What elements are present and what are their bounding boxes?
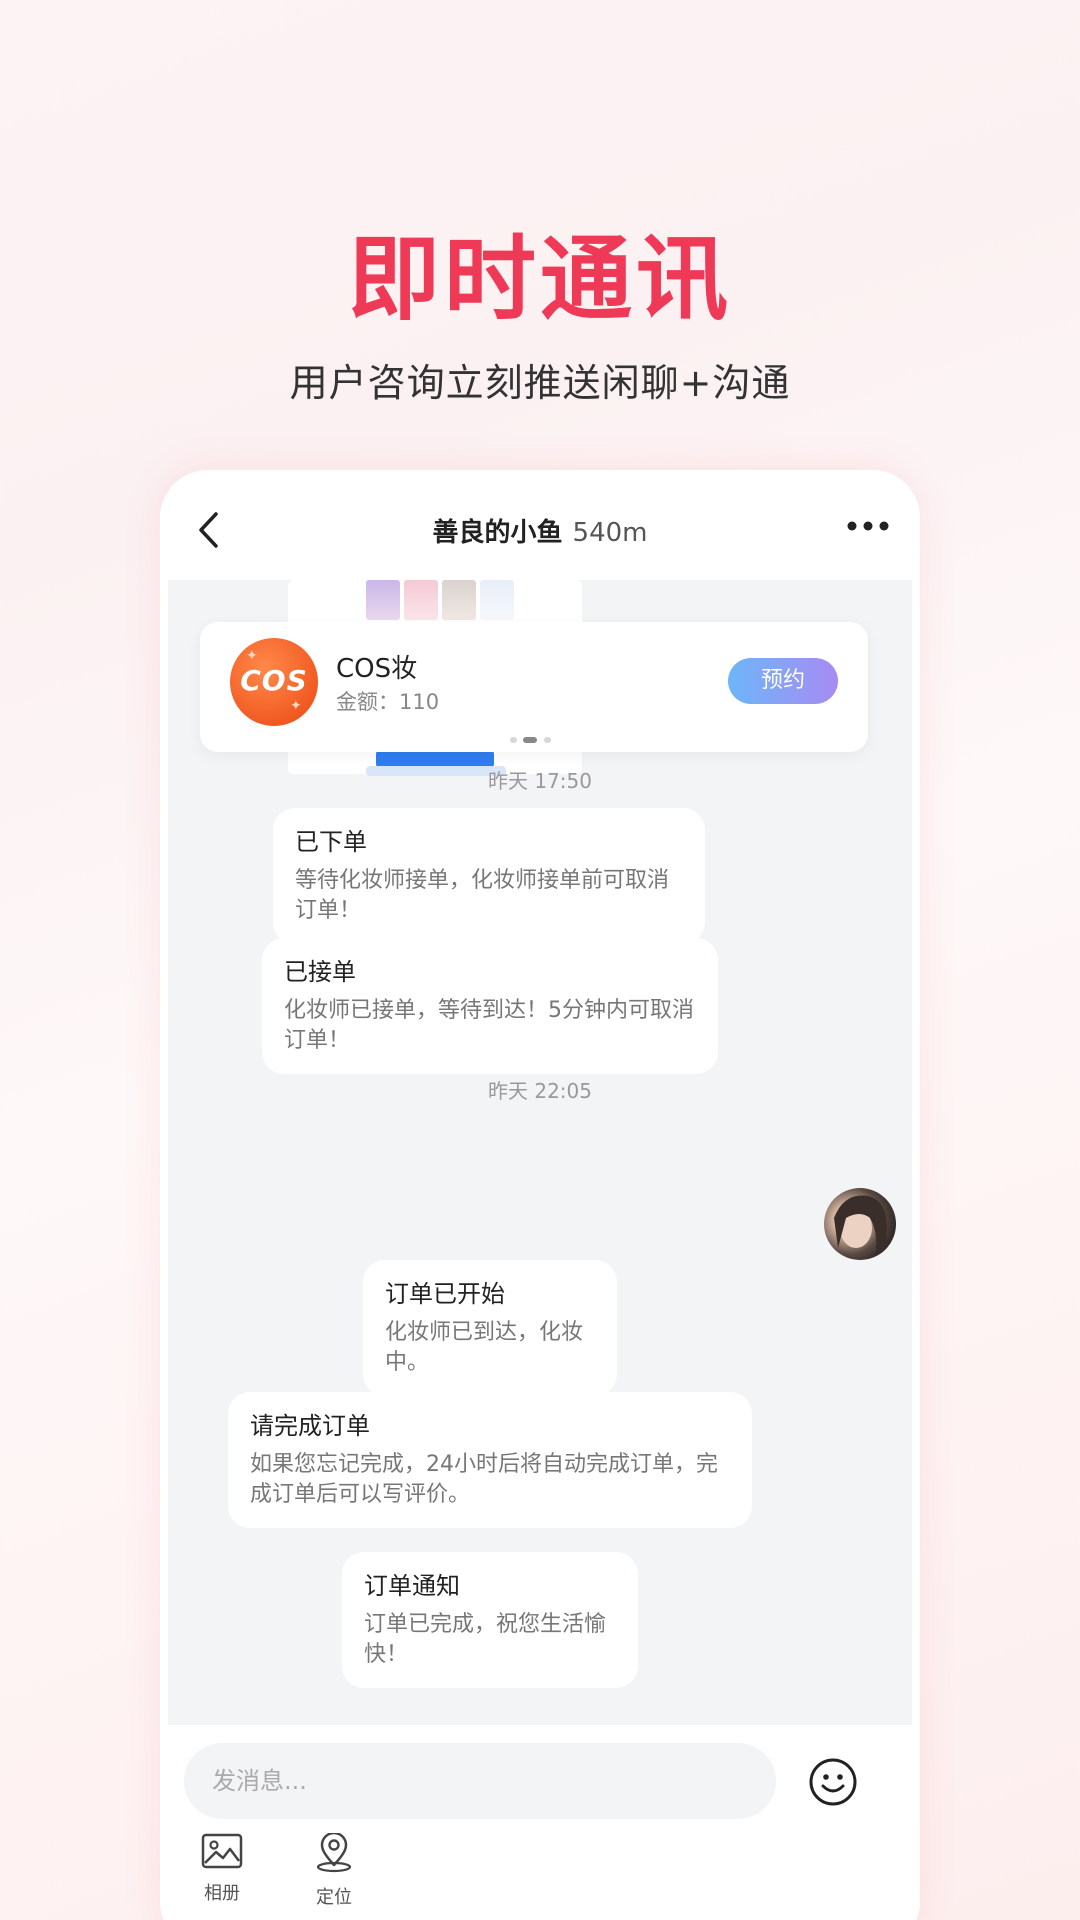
location-pin-icon xyxy=(316,1833,352,1873)
message-text: 等待化妆师接单，化妆师接单前可取消订单！ xyxy=(295,868,670,923)
product-name: COS妆 xyxy=(336,654,418,684)
message-bubble[interactable]: 请完成订单 如果您忘记完成，24小时后将自动完成订单，完成订单后可以写评价。 xyxy=(228,1392,752,1528)
message-text: 如果您忘记完成，24小时后将自动完成订单，完成订单后可以写评价。 xyxy=(250,1452,718,1507)
message-input[interactable] xyxy=(184,1743,776,1819)
contact-distance: 540m xyxy=(572,518,648,548)
cos-logo: ✦ ✦ COS xyxy=(230,638,318,726)
hero-subtitle: 用户咨询立刻推送闲聊+沟通 xyxy=(289,361,791,405)
thumbnail-strip-image xyxy=(366,580,516,622)
message-bubble[interactable]: 订单通知 订单已完成，祝您生活愉快！ xyxy=(342,1552,638,1688)
message-bubble[interactable]: 已接单 化妆师已接单，等待到达！5分钟内可取消订单！ xyxy=(262,938,718,1074)
message-title: 已接单 xyxy=(284,958,356,986)
smiley-icon[interactable] xyxy=(808,1757,858,1807)
chat-title: 善良的小鱼 540m xyxy=(160,512,920,549)
location-button[interactable]: 定位 xyxy=(294,1833,374,1909)
phone-mockup: 善良的小鱼 540m ✦ ✦ COS COS妆 金额：110 预约 昨天 17:… xyxy=(160,470,920,1920)
product-price: 金额：110 xyxy=(336,690,440,714)
chat-header: 善良的小鱼 540m xyxy=(160,470,920,580)
more-dots-icon[interactable] xyxy=(846,520,890,532)
carousel-dot[interactable] xyxy=(510,737,517,743)
message-title: 请完成订单 xyxy=(250,1412,370,1440)
message-text: 订单已完成，祝您生活愉快！ xyxy=(364,1612,607,1667)
message-title: 已下单 xyxy=(295,828,367,856)
contact-name: 善良的小鱼 xyxy=(432,518,563,548)
carousel-dot[interactable] xyxy=(544,737,551,743)
message-bubble[interactable]: 已下单 等待化妆师接单，化妆师接单前可取消订单！ xyxy=(273,808,705,944)
carousel-dot-active[interactable] xyxy=(523,737,537,743)
message-title: 订单已开始 xyxy=(385,1280,505,1308)
message-text: 化妆师已接单，等待到达！5分钟内可取消订单！ xyxy=(284,998,694,1053)
album-label: 相册 xyxy=(204,1883,240,1904)
logo-text: COS xyxy=(240,664,308,697)
book-button[interactable]: 预约 xyxy=(728,658,838,704)
album-button[interactable]: 相册 xyxy=(182,1833,262,1905)
timestamp: 昨天 17:50 xyxy=(488,769,592,793)
carousel-dots xyxy=(510,736,558,744)
hero-title: 即时通讯 xyxy=(347,226,732,333)
timestamp: 昨天 22:05 xyxy=(488,1079,592,1103)
message-title: 订单通知 xyxy=(364,1572,460,1600)
chat-area[interactable]: ✦ ✦ COS COS妆 金额：110 预约 昨天 17:50 已下单 等待化妆… xyxy=(168,580,912,1725)
input-bar: 相册 定位 xyxy=(160,1725,920,1920)
message-text: 化妆师已到达，化妆中。 xyxy=(385,1320,584,1375)
product-card[interactable]: ✦ ✦ COS COS妆 金额：110 预约 xyxy=(200,622,868,752)
message-bubble[interactable]: 订单已开始 化妆师已到达，化妆中。 xyxy=(363,1260,617,1396)
location-label: 定位 xyxy=(316,1887,352,1908)
image-icon xyxy=(201,1833,243,1869)
user-avatar[interactable] xyxy=(824,1188,896,1260)
